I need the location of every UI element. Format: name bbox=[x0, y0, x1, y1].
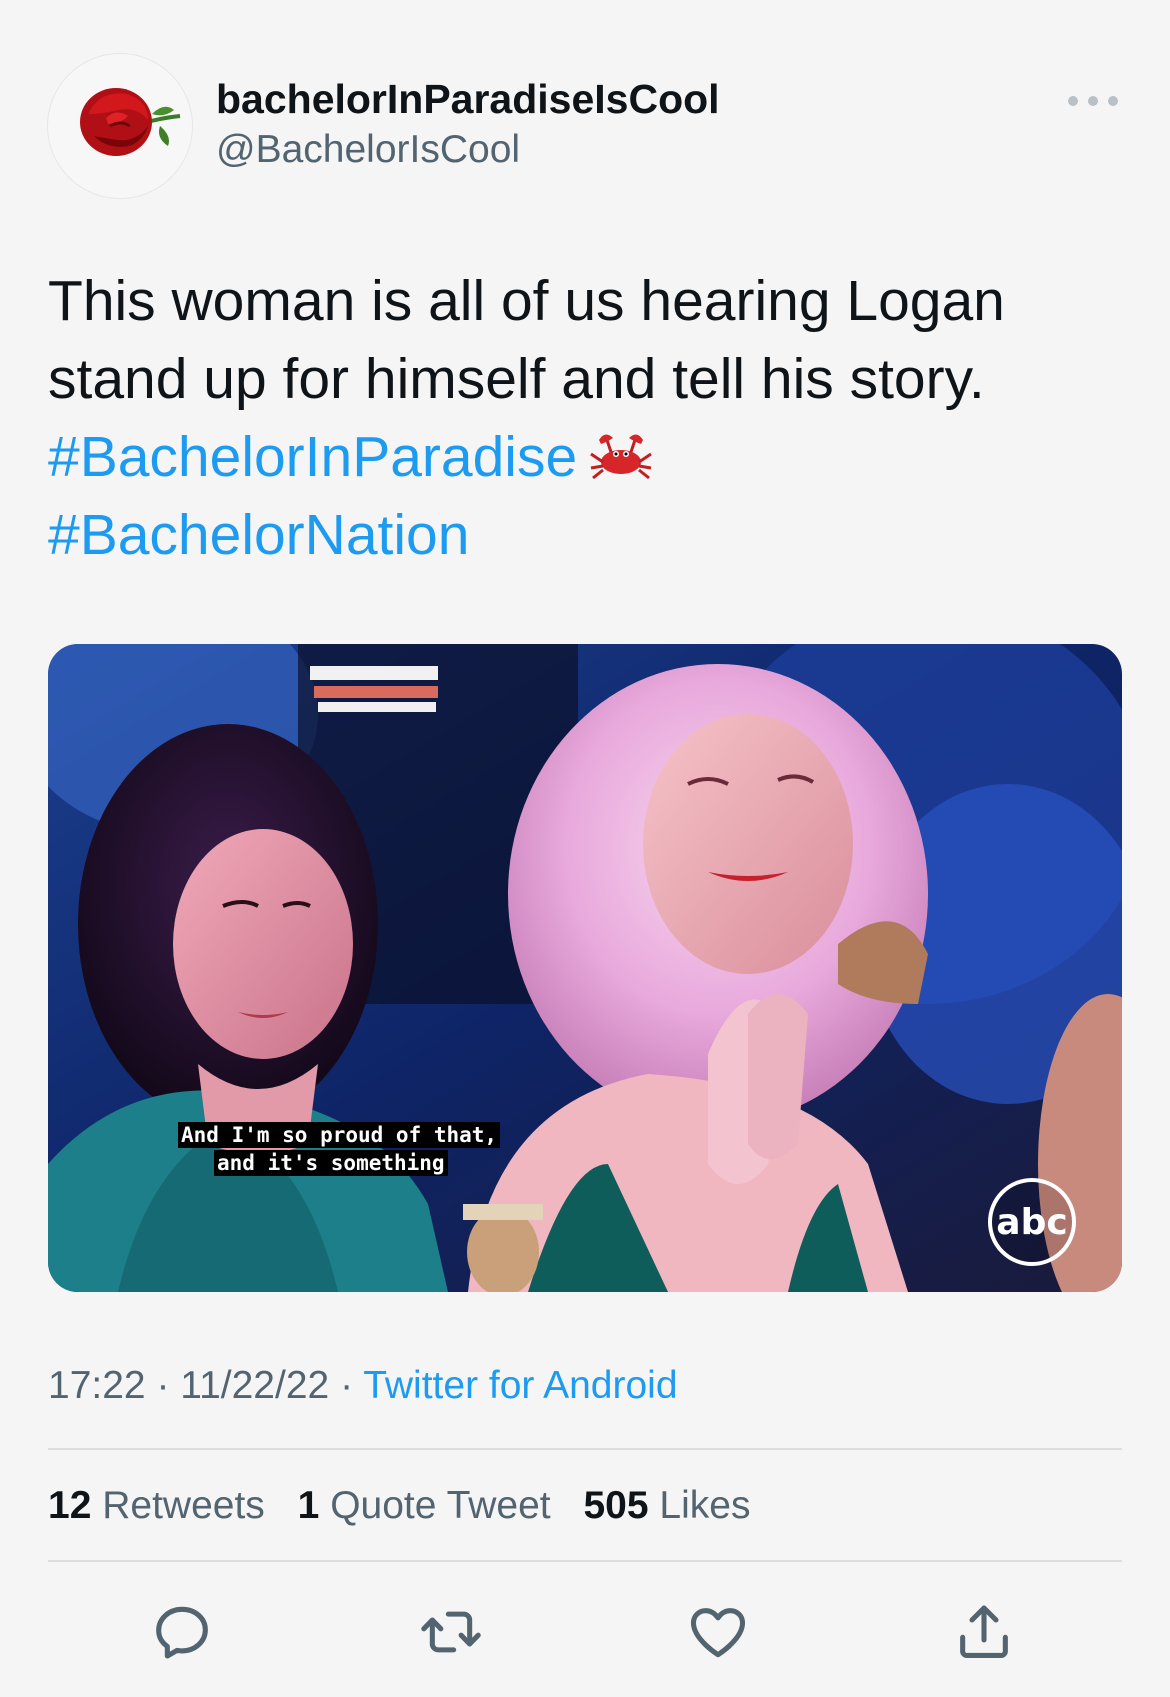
tweet-timestamp: 17:22 · 11/22/22 · Twitter for Android bbox=[48, 1364, 678, 1408]
retweets-count: 12 bbox=[48, 1484, 92, 1527]
rose-icon bbox=[80, 88, 181, 156]
more-dot-icon bbox=[1108, 96, 1118, 106]
subtitle-caption: and it's something bbox=[214, 1150, 448, 1176]
user-handle[interactable]: @BachelorIsCool bbox=[216, 128, 520, 172]
display-name[interactable]: bachelorInParadiseIsCool bbox=[216, 76, 720, 123]
tweet-source-link[interactable]: Twitter for Android bbox=[363, 1364, 677, 1407]
likes-label: Likes bbox=[659, 1484, 751, 1527]
tweet-stats: 12 Retweets 1 Quote Tweet 505 Likes bbox=[48, 1484, 772, 1528]
tweet-text: This woman is all of us hearing Logan st… bbox=[48, 262, 1128, 574]
share-button[interactable] bbox=[948, 1596, 1020, 1668]
retweet-icon bbox=[421, 1611, 481, 1653]
like-button[interactable] bbox=[682, 1596, 754, 1668]
divider bbox=[48, 1448, 1122, 1450]
retweets-label: Retweets bbox=[102, 1484, 265, 1527]
crab-icon bbox=[590, 434, 653, 480]
separator-dot: · bbox=[340, 1364, 354, 1407]
more-dot-icon bbox=[1068, 96, 1078, 106]
retweets-stat[interactable]: 12 Retweets bbox=[48, 1484, 265, 1527]
abc-logo: abc bbox=[988, 1178, 1076, 1266]
reply-button[interactable] bbox=[146, 1596, 218, 1668]
subtitle-caption: And I'm so proud of that, bbox=[178, 1122, 501, 1148]
tweet-text-line: This woman is all of us hearing Logan bbox=[48, 269, 1005, 333]
likes-count: 505 bbox=[583, 1484, 649, 1527]
like-icon bbox=[690, 1608, 746, 1658]
reply-icon bbox=[156, 1606, 208, 1659]
tweet-time[interactable]: 17:22 bbox=[48, 1364, 146, 1407]
quote-tweets-label: Quote Tweet bbox=[330, 1484, 551, 1527]
tweet-detail: bachelorInParadiseIsCool @BachelorIsCool… bbox=[0, 0, 1170, 1697]
likes-stat[interactable]: 505 Likes bbox=[583, 1484, 750, 1527]
avatar[interactable] bbox=[48, 54, 192, 198]
tweet-media-image[interactable]: And I'm so proud of that, and it's somet… bbox=[48, 644, 1122, 1292]
quote-tweets-count: 1 bbox=[297, 1484, 320, 1527]
separator-dot: · bbox=[156, 1364, 170, 1407]
hashtag-link[interactable]: #BachelorInParadise bbox=[48, 425, 577, 489]
more-options-button[interactable] bbox=[1068, 86, 1118, 116]
tv-still-image bbox=[48, 644, 1122, 1292]
tweet-date[interactable]: 11/22/22 bbox=[180, 1364, 329, 1407]
retweet-button[interactable] bbox=[415, 1596, 487, 1668]
tweet-text-line: stand up for himself and tell his story. bbox=[48, 347, 985, 411]
share-icon bbox=[960, 1605, 1008, 1658]
quote-tweets-stat[interactable]: 1 Quote Tweet bbox=[298, 1484, 551, 1527]
more-dot-icon bbox=[1088, 96, 1098, 106]
hashtag-link[interactable]: #BachelorNation bbox=[48, 503, 469, 567]
divider bbox=[48, 1560, 1122, 1562]
